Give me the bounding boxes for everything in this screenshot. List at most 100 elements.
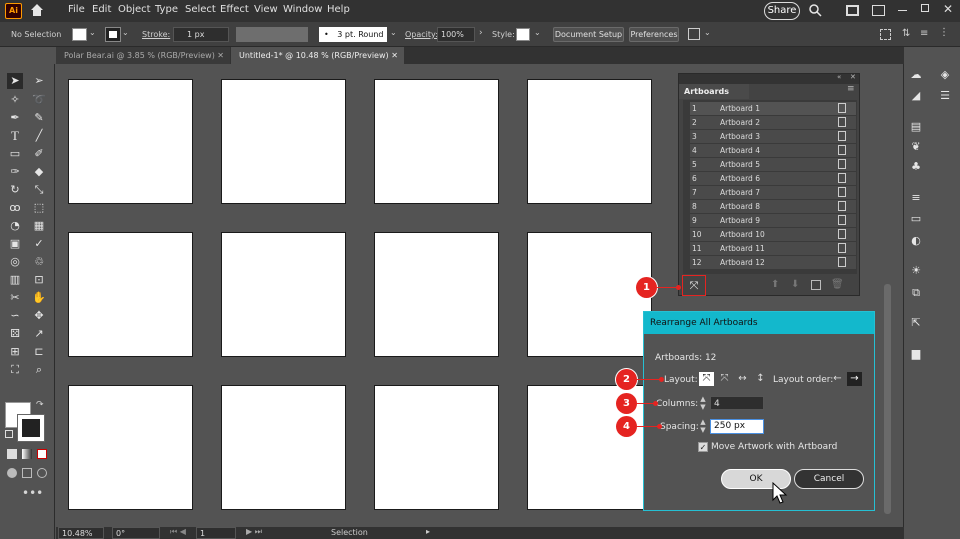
tab-polar-bear[interactable]: Polar Bear.ai @ 3.85 % (RGB/Preview) ✕ [56, 47, 230, 64]
chevron-right-icon[interactable]: ▸ [426, 527, 430, 536]
artboard-options-icon[interactable] [838, 173, 846, 183]
arrange-documents-icon[interactable] [688, 28, 700, 40]
menu-object[interactable]: Object [118, 4, 151, 15]
menu-view[interactable]: View [254, 4, 278, 15]
home-icon[interactable] [30, 3, 44, 17]
style-swatch[interactable] [516, 28, 530, 41]
opacity-label[interactable]: Opacity: [405, 30, 438, 39]
swatches-icon[interactable]: ▤ [909, 120, 923, 134]
color-guide-icon[interactable]: ◢ [909, 89, 923, 103]
artboard-options-icon[interactable] [838, 201, 846, 211]
graphic-styles-icon[interactable]: ⧉ [909, 286, 923, 300]
default-colors-icon[interactable] [5, 430, 13, 438]
stroke-color-swatch[interactable] [17, 414, 45, 442]
close-icon[interactable]: ✕ [217, 47, 224, 64]
draw-normal-icon[interactable] [7, 468, 17, 478]
fill-swatch[interactable] [72, 28, 87, 41]
rectangle-tool-icon[interactable]: ▭ [7, 146, 23, 162]
transparency-icon[interactable]: ◐ [909, 234, 923, 248]
arrange-by-column-icon[interactable]: ↕ [753, 372, 768, 386]
line-tool-icon[interactable]: ╱ [31, 128, 47, 144]
panel-tab[interactable]: Artboards [679, 84, 749, 99]
appearance-icon[interactable]: ☀ [909, 264, 923, 278]
symbols-icon[interactable]: ♣ [909, 160, 923, 174]
comments-icon[interactable]: ▆ [909, 347, 923, 361]
artboard-row[interactable]: 2 Artboard 2 [690, 116, 856, 130]
brush-definition[interactable]: • 3 pt. Round [319, 27, 387, 42]
arrow-left-icon[interactable]: ← [830, 372, 845, 386]
edit-toolbar-icon[interactable]: ••• [22, 486, 43, 500]
puppet-warp-icon[interactable]: ✥ [31, 308, 47, 324]
chevron-down-icon[interactable]: ⌄ [704, 28, 711, 37]
artboard-row[interactable]: 4 Artboard 4 [690, 144, 856, 158]
live-paint-selection-icon[interactable]: ↗ [31, 326, 47, 342]
lasso-icon[interactable]: ➰ [31, 92, 47, 108]
artboard[interactable] [374, 232, 499, 357]
column-graph-icon[interactable]: ▥ [7, 272, 23, 288]
cancel-button[interactable]: Cancel [794, 469, 864, 489]
properties-icon[interactable]: ☰ [938, 89, 952, 103]
artboard-options-icon[interactable] [838, 117, 846, 127]
artboard-nav-field[interactable]: 1 [196, 527, 236, 539]
arrange-by-row-icon[interactable]: ↔ [735, 372, 750, 386]
export-icon[interactable]: ⇱ [909, 316, 923, 330]
nav-arrows-icon[interactable]: ▶ ⏭ [246, 527, 262, 537]
shaper-tool-icon[interactable]: ✑ [7, 164, 23, 180]
align-icon[interactable] [880, 29, 891, 40]
artboard-row[interactable]: 10 Artboard 10 [690, 228, 856, 242]
artboard-row[interactable]: 11 Artboard 11 [690, 242, 856, 256]
nav-arrows-icon[interactable]: ⏮ ◀ [170, 527, 186, 537]
chart-tool-icon[interactable]: ⊏ [31, 344, 47, 360]
move-artwork-checkbox[interactable]: ✓ [698, 442, 708, 452]
menu-edit[interactable]: Edit [92, 4, 111, 15]
magic-wand-icon[interactable]: ✧ [7, 92, 23, 108]
grid-by-column-icon[interactable]: ⤧ [717, 372, 732, 386]
perspective-grid-icon[interactable]: ▦ [31, 218, 47, 234]
artboard-row[interactable]: 7 Artboard 7 [690, 186, 856, 200]
stroke-panel-icon[interactable]: ≡ [909, 191, 923, 205]
menu-effect[interactable]: Effect [220, 4, 249, 15]
selection-tool-icon[interactable]: ➤ [7, 73, 23, 89]
trash-icon[interactable]: 🗑 [831, 279, 844, 290]
artboard-tool-icon[interactable]: ⊡ [31, 272, 47, 288]
artboard-options-icon[interactable] [838, 229, 846, 239]
artboard[interactable] [68, 79, 193, 204]
workspace-switcher-icon[interactable] [846, 5, 859, 16]
gradient-tool-icon[interactable]: ▣ [7, 236, 23, 252]
screen-mode-icon[interactable] [22, 468, 32, 478]
color-mode-icon[interactable] [7, 449, 17, 459]
artboard-options-icon[interactable] [838, 131, 846, 141]
width-tool-icon[interactable]: ∽ [7, 308, 23, 324]
symbol-sprayer-icon[interactable]: ♲ [31, 254, 47, 270]
artboard-options-icon[interactable] [838, 187, 846, 197]
transform-icon[interactable]: ⇅ [902, 28, 910, 39]
chevron-down-icon[interactable]: ⌄ [534, 28, 541, 37]
chevron-down-icon[interactable]: ⌄ [89, 28, 96, 37]
artboard-row[interactable]: 5 Artboard 5 [690, 158, 856, 172]
menu-window[interactable]: Window [283, 4, 322, 15]
artboard[interactable] [527, 79, 652, 204]
chevron-down-icon[interactable]: ⌄ [122, 28, 129, 37]
spacing-field[interactable]: 250 px [710, 419, 764, 434]
columns-stepper-icon[interactable]: ▲ ▼ [698, 395, 708, 411]
vertical-scrollbar[interactable] [884, 284, 891, 514]
eyedropper-icon[interactable]: ✓ [31, 236, 47, 252]
artboard-row[interactable]: 3 Artboard 3 [690, 130, 856, 144]
menu-select[interactable]: Select [185, 4, 216, 15]
artboard[interactable] [374, 385, 499, 510]
artboard-options-icon[interactable] [838, 243, 846, 253]
artboard[interactable] [68, 232, 193, 357]
libraries-icon[interactable]: ☁ [909, 68, 923, 82]
scale-tool-icon[interactable]: ⤡ [31, 182, 47, 198]
move-down-icon[interactable]: ⬇ [791, 279, 799, 290]
gradient-mode-icon[interactable] [22, 449, 32, 459]
artboard[interactable] [527, 232, 652, 357]
panel-toggle-icon[interactable] [872, 5, 885, 16]
artboard[interactable] [221, 79, 346, 204]
slice-tool-icon[interactable]: ✂ [7, 290, 23, 306]
chevron-right-icon[interactable]: › [479, 28, 483, 38]
artboard[interactable] [68, 385, 193, 510]
search-icon[interactable] [809, 4, 822, 17]
artboard-options-icon[interactable] [838, 159, 846, 169]
spacing-stepper-icon[interactable]: ▲ ▼ [698, 418, 708, 434]
